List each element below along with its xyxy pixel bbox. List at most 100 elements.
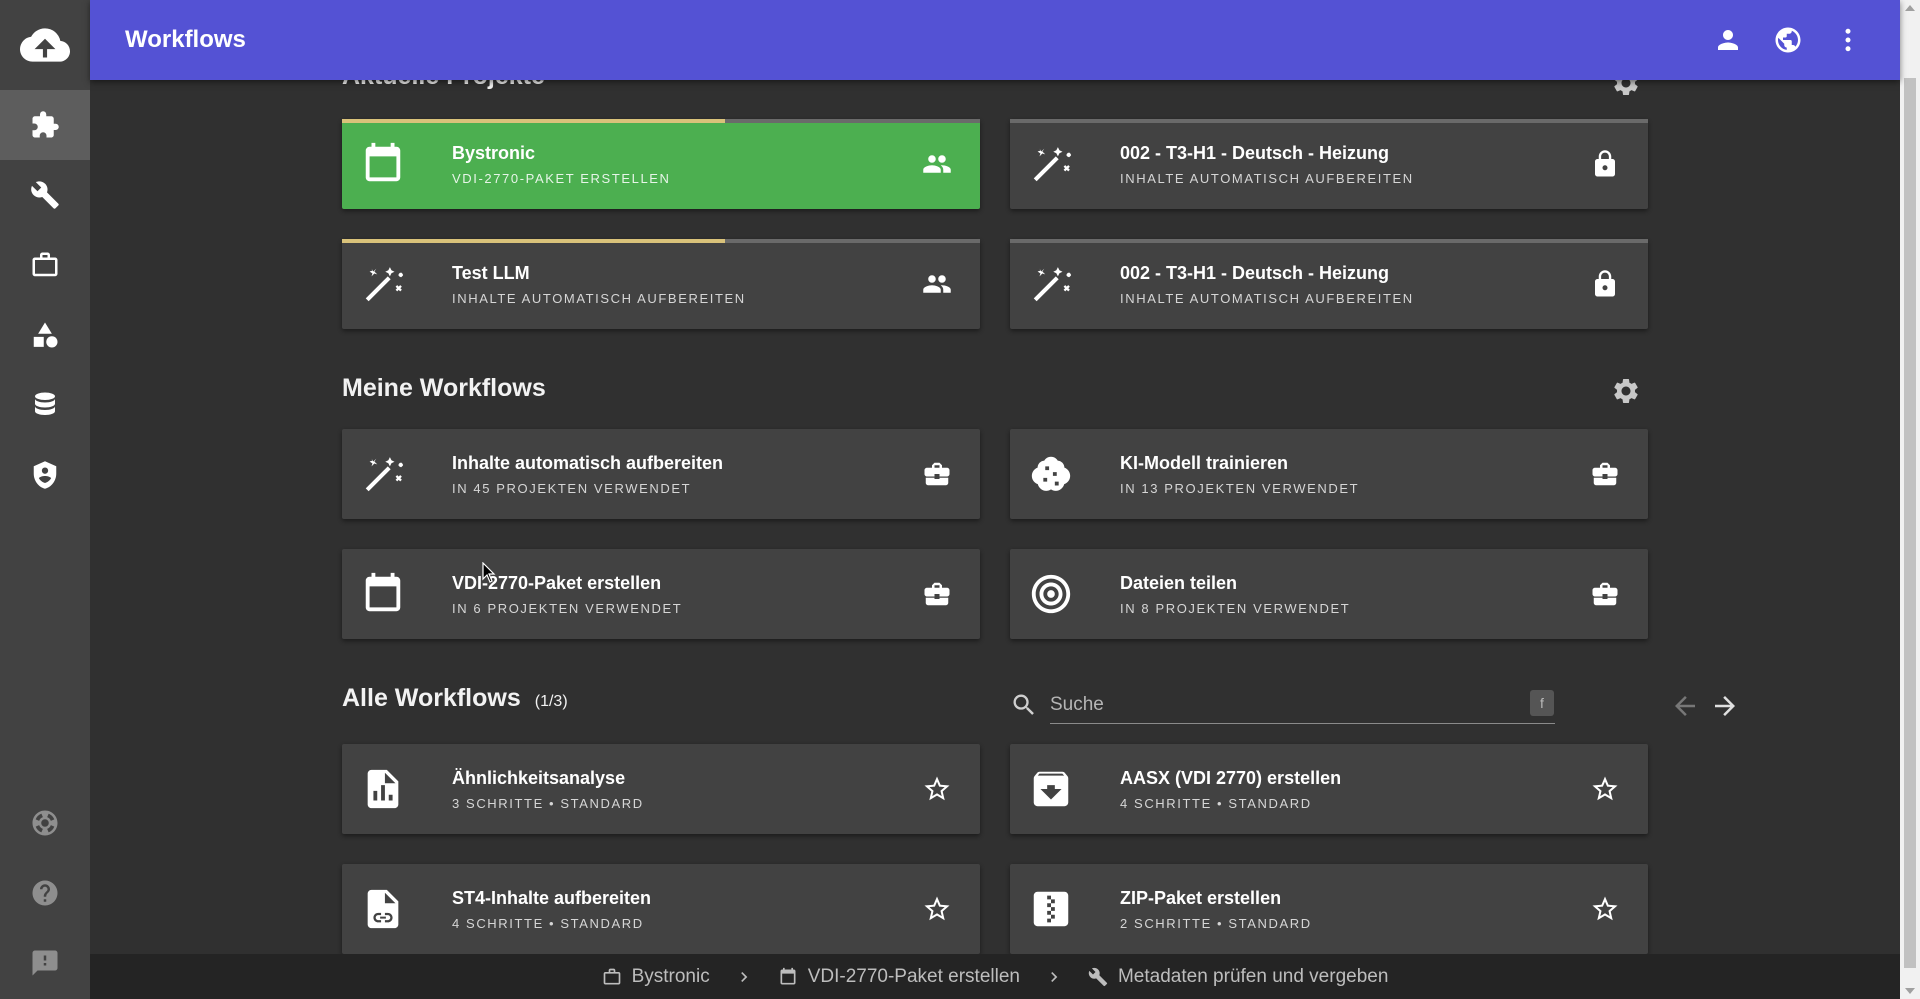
breadcrumb-item-workflow[interactable]: VDI-2770-Paket erstellen [778, 966, 1020, 988]
card-subtitle: 3 SCHRITTE • STANDARD [452, 796, 644, 811]
breadcrumb-item-project[interactable]: Bystronic [602, 966, 710, 988]
wrench-icon[interactable] [0, 160, 90, 230]
shield-icon[interactable] [0, 440, 90, 510]
card-subtitle: IN 8 PROJEKTEN VERWENDET [1120, 601, 1351, 616]
shortcut-key-badge: f [1530, 690, 1554, 716]
link-doc-icon [360, 886, 406, 932]
scrollbar[interactable] [1900, 0, 1920, 999]
progress-bar [1010, 119, 1648, 123]
shapes-icon[interactable] [0, 300, 90, 370]
card-subtitle: INHALTE AUTOMATISCH AUFBEREITEN [1120, 171, 1414, 186]
progress-bar [342, 119, 980, 123]
star-outline-icon[interactable] [1590, 774, 1620, 804]
card-subtitle: VDI-2770-PAKET ERSTELLEN [452, 171, 671, 186]
archive-icon [1028, 766, 1074, 812]
arrow-right-icon[interactable] [1710, 691, 1740, 721]
feedback-icon[interactable] [0, 928, 90, 998]
page-count: (1/3) [534, 693, 568, 710]
card-subtitle: IN 6 PROJEKTEN VERWENDET [452, 601, 683, 616]
scroll-up-arrow[interactable] [1905, 5, 1915, 11]
cloud-upload-icon[interactable] [0, 10, 90, 80]
workflow-card[interactable]: Dateien teilen IN 8 PROJEKTEN VERWENDET [1010, 549, 1648, 639]
card-subtitle: INHALTE AUTOMATISCH AUFBEREITEN [1120, 291, 1414, 306]
card-name: ZIP-Paket erstellen [1120, 888, 1282, 908]
main-content: Aktuelle Projekte Bystronic VDI-2770-PAK… [90, 0, 1900, 954]
breadcrumb: Bystronic VDI-2770-Paket erstellen Metad… [90, 954, 1900, 999]
progress-bar [1010, 239, 1648, 243]
chart-doc-icon [360, 766, 406, 812]
all-workflows-title: Alle Workflows (1/3) [342, 684, 568, 713]
project-card[interactable]: 002 - T3-H1 - Deutsch - Heizung INHALTE … [1010, 239, 1648, 329]
project-card[interactable]: 002 - T3-H1 - Deutsch - Heizung INHALTE … [1010, 119, 1648, 209]
workflow-card[interactable]: KI-Modell trainieren IN 13 PROJEKTEN VER… [1010, 429, 1648, 519]
magic-wand-icon [1028, 141, 1074, 187]
calendar-icon [360, 571, 406, 617]
briefcase-icon[interactable] [1590, 579, 1620, 609]
search-bar: f [1010, 683, 1650, 729]
card-name: AASX (VDI 2770) erstellen [1120, 768, 1342, 788]
workflow-card[interactable]: ZIP-Paket erstellen 2 SCHRITTE • STANDAR… [1010, 864, 1648, 954]
breadcrumb-label: Bystronic [631, 965, 710, 987]
search-icon [1010, 691, 1038, 719]
card-subtitle: IN 45 PROJEKTEN VERWENDET [452, 481, 692, 496]
star-outline-icon[interactable] [922, 894, 952, 924]
card-subtitle: 4 SCHRITTE • STANDARD [1120, 796, 1312, 811]
magic-wand-icon [360, 451, 406, 497]
arrow-left-icon[interactable] [1670, 691, 1700, 721]
lock-icon[interactable] [1590, 269, 1620, 299]
card-name: 002 - T3-H1 - Deutsch - Heizung [1120, 263, 1390, 283]
workflow-card[interactable]: Ähnlichkeitsanalyse 3 SCHRITTE • STANDAR… [342, 744, 980, 834]
more-vert-icon[interactable] [1833, 25, 1863, 55]
card-name: Inhalte automatisch aufbereiten [452, 453, 724, 473]
lifebuoy-icon[interactable] [0, 788, 90, 858]
globe-icon[interactable] [1773, 25, 1803, 55]
workflow-card[interactable]: VDI-2770-Paket erstellen IN 6 PROJEKTEN … [342, 549, 980, 639]
gear-icon[interactable] [1611, 376, 1641, 406]
briefcase-icon[interactable] [1590, 459, 1620, 489]
briefcase-icon[interactable] [922, 579, 952, 609]
wrench-icon [1088, 967, 1108, 987]
sidebar [0, 0, 90, 999]
briefcase-icon[interactable] [922, 459, 952, 489]
group-icon[interactable] [922, 149, 952, 179]
person-icon[interactable] [1713, 25, 1743, 55]
magic-wand-icon [360, 261, 406, 307]
help-icon[interactable] [0, 858, 90, 928]
group-icon[interactable] [922, 269, 952, 299]
card-name: ST4-Inhalte aufbereiten [452, 888, 652, 908]
workflow-card[interactable]: ST4-Inhalte aufbereiten 4 SCHRITTE • STA… [342, 864, 980, 954]
card-subtitle: 4 SCHRITTE • STANDARD [452, 916, 644, 931]
card-name: Test LLM [452, 263, 530, 283]
breadcrumb-label: Metadaten prüfen und vergeben [1117, 965, 1389, 987]
database-icon[interactable] [0, 370, 90, 440]
star-outline-icon[interactable] [922, 774, 952, 804]
lock-icon[interactable] [1590, 149, 1620, 179]
card-subtitle: 2 SCHRITTE • STANDARD [1120, 916, 1312, 931]
zip-icon [1028, 886, 1074, 932]
briefcase-outline-icon [602, 967, 622, 987]
card-subtitle: INHALTE AUTOMATISCH AUFBEREITEN [452, 291, 746, 306]
calendar-icon [360, 141, 406, 187]
star-outline-icon[interactable] [1590, 894, 1620, 924]
search-input[interactable] [1050, 687, 1555, 724]
progress-bar [342, 239, 980, 243]
chevron-right-icon [1044, 967, 1064, 987]
breadcrumb-label: VDI-2770-Paket erstellen [807, 965, 1020, 987]
workflow-card[interactable]: AASX (VDI 2770) erstellen 4 SCHRITTE • S… [1010, 744, 1648, 834]
project-card[interactable]: Bystronic VDI-2770-PAKET ERSTELLEN [342, 119, 980, 209]
target-icon [1028, 571, 1074, 617]
puzzle-icon[interactable] [0, 90, 90, 160]
briefcase-icon[interactable] [0, 230, 90, 300]
calendar-icon [778, 967, 798, 987]
scroll-down-arrow[interactable] [1905, 988, 1915, 994]
project-card[interactable]: Test LLM INHALTE AUTOMATISCH AUFBEREITEN [342, 239, 980, 329]
workflow-card[interactable]: Inhalte automatisch aufbereiten IN 45 PR… [342, 429, 980, 519]
chevron-right-icon [734, 967, 754, 987]
mouse-cursor-icon [482, 562, 496, 583]
all-workflows-label: Alle Workflows [342, 684, 521, 712]
my-workflows-title: Meine Workflows [342, 374, 546, 402]
breadcrumb-item-step[interactable]: Metadaten prüfen und vergeben [1088, 966, 1388, 988]
scrollbar-thumb[interactable] [1904, 78, 1916, 968]
magic-wand-icon [1028, 261, 1074, 307]
brain-icon [1028, 451, 1074, 497]
